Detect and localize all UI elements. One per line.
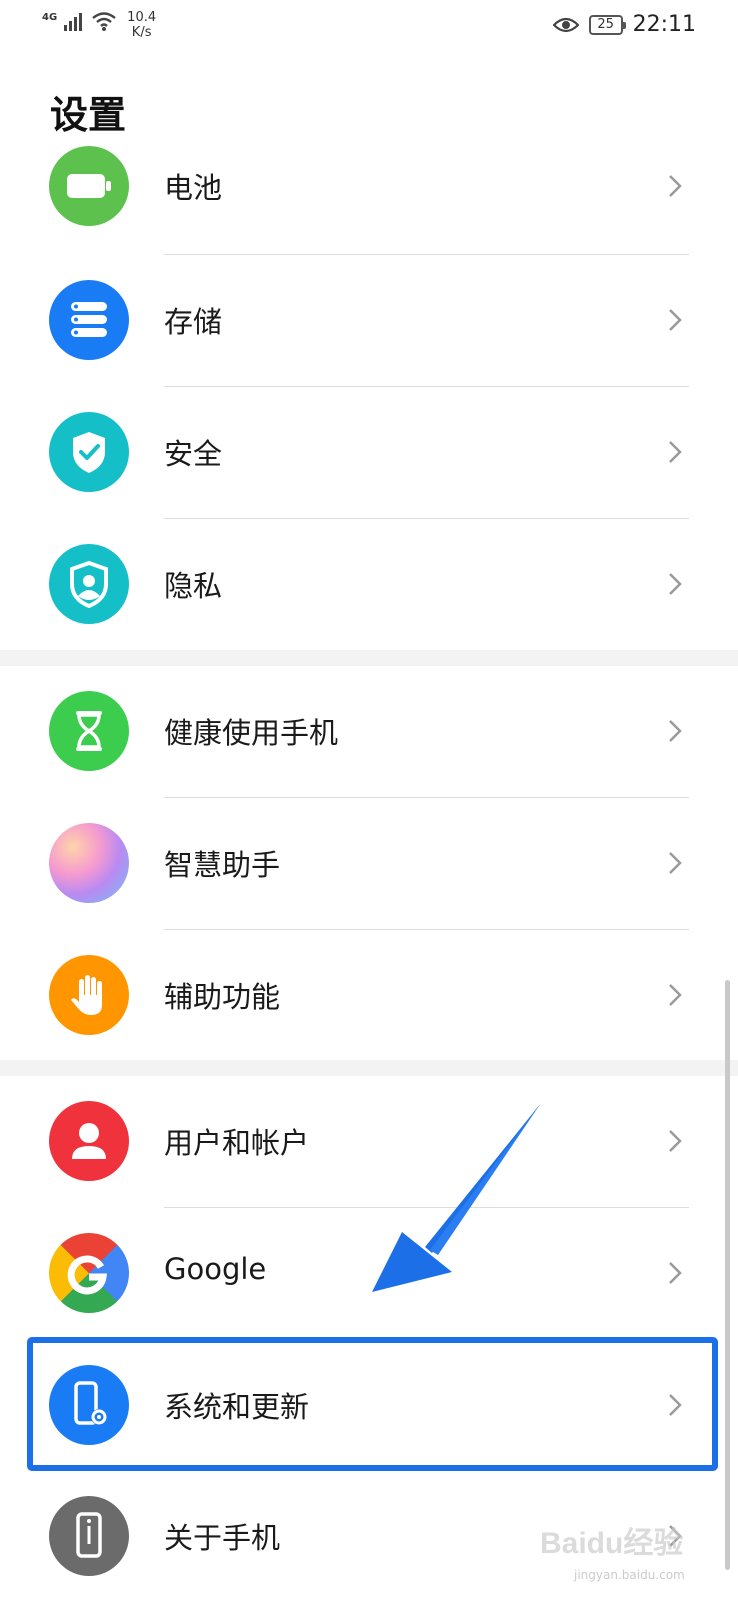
chevron-right-icon (669, 441, 682, 463)
hand-icon (49, 955, 129, 1035)
settings-item-label: 用户和帐户 (164, 1126, 310, 1160)
settings-item-battery[interactable]: 电池 (0, 121, 738, 250)
speed-value: 10.4 (127, 10, 157, 25)
network-type: 4G (42, 12, 58, 23)
settings-item-accessibility[interactable]: 辅助功能 (0, 930, 738, 1059)
settings-item-security[interactable]: 安全 (0, 387, 738, 516)
signal-icon (64, 13, 83, 31)
assistant-icon (49, 823, 129, 903)
settings-item-privacy[interactable]: 隐私 (0, 519, 738, 648)
battery-indicator: 25 (588, 14, 626, 35)
security-shield-icon (49, 412, 129, 492)
settings-item-users-accounts[interactable]: 用户和帐户 (0, 1076, 738, 1205)
chevron-right-icon (669, 309, 682, 331)
settings-item-label: 辅助功能 (164, 980, 281, 1014)
chevron-right-icon (669, 573, 682, 595)
eye-comfort-icon (552, 17, 579, 32)
user-icon (49, 1101, 129, 1181)
chevron-right-icon (669, 175, 682, 197)
settings-item-google[interactable]: Google (0, 1208, 738, 1337)
storage-icon (49, 280, 129, 360)
settings-item-storage[interactable]: 存储 (0, 255, 738, 384)
settings-item-label: 智慧助手 (164, 848, 281, 882)
battery-icon (49, 146, 129, 226)
wifi-icon (92, 12, 116, 31)
status-bar: 4G 10.4 K/s 25 22:11 (0, 0, 738, 56)
settings-item-label: 电池 (164, 171, 223, 205)
baidu-watermark-url: jingyan.baidu.com (574, 1568, 685, 1582)
privacy-icon (49, 544, 129, 624)
chevron-right-icon (669, 1130, 682, 1152)
chevron-right-icon (669, 1262, 682, 1284)
settings-item-digital-balance[interactable]: 健康使用手机 (0, 666, 738, 795)
section-separator (0, 650, 738, 666)
chevron-right-icon (669, 852, 682, 874)
settings-item-smart-assistant[interactable]: 智慧助手 (0, 798, 738, 927)
chevron-right-icon (669, 984, 682, 1006)
settings-item-label: 存储 (164, 305, 223, 339)
google-icon (49, 1233, 129, 1313)
phone-info-icon (49, 1496, 129, 1576)
section-separator (0, 1060, 738, 1076)
settings-item-label: 健康使用手机 (164, 716, 339, 750)
speed-unit: K/s (131, 25, 152, 40)
baidu-watermark: Baidu经验 (540, 1527, 684, 1560)
network-speed: 10.4 K/s (127, 10, 156, 40)
clock: 22:11 (632, 12, 696, 37)
settings-item-label: 隐私 (164, 569, 223, 603)
settings-item-label: 关于手机 (164, 1521, 281, 1555)
highlight-box (27, 1337, 718, 1471)
hourglass-icon (49, 691, 129, 771)
scrollbar[interactable] (725, 980, 730, 1570)
chevron-right-icon (669, 720, 682, 742)
settings-item-label: Google (164, 1252, 267, 1286)
settings-item-label: 安全 (164, 437, 223, 471)
